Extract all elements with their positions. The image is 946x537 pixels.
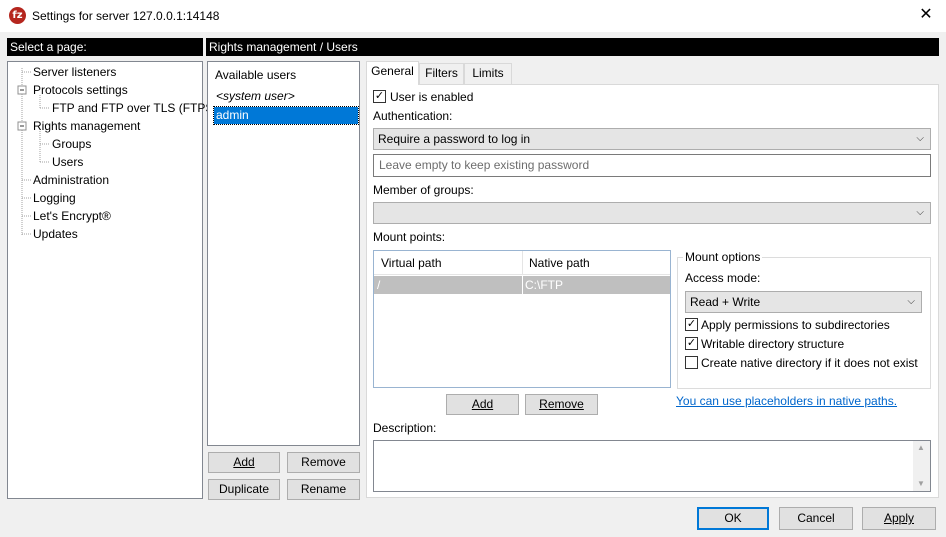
cancel-button[interactable]: Cancel — [779, 507, 853, 530]
mount-points-table[interactable]: Virtual path Native path / C:\FTP — [373, 250, 671, 388]
writable-structure-checkbox[interactable]: ✓ — [685, 337, 698, 350]
select-page-header: Select a page: — [7, 38, 203, 56]
authentication-select[interactable]: Require a password to log in ⌵ — [373, 128, 931, 150]
column-virtual-path[interactable]: Virtual path — [381, 256, 442, 270]
user-enabled-checkbox[interactable]: ✓ — [373, 90, 386, 103]
access-mode-select[interactable]: Read + Write ⌵ — [685, 291, 922, 313]
row-divider — [522, 276, 523, 294]
section-header: Rights management / Users — [206, 38, 939, 56]
add-mount-button[interactable]: Add — [446, 394, 519, 415]
description-label: Description: — [373, 421, 437, 435]
description-field[interactable]: ▲ ▼ — [373, 440, 931, 492]
scroll-up-icon[interactable]: ▲ — [917, 443, 925, 452]
authentication-value: Require a password to log in — [378, 132, 531, 146]
tree-item-logging[interactable]: Logging — [33, 191, 76, 205]
apply-permissions-checkbox[interactable]: ✓ — [685, 318, 698, 331]
available-users-heading: Available users — [215, 68, 297, 82]
writable-structure-label: Writable directory structure — [701, 337, 845, 351]
create-native-label: Create native directory if it does not e… — [701, 356, 918, 370]
create-native-checkbox[interactable] — [685, 356, 698, 369]
tree-item-ftp-ftps[interactable]: FTP and FTP over TLS (FTPS) — [52, 101, 217, 115]
page-tree[interactable]: Server listeners Protocols settings FTP … — [7, 61, 217, 499]
tab-filters[interactable]: Filters — [419, 63, 464, 84]
tree-item-rights-management[interactable]: Rights management — [33, 119, 140, 133]
member-of-groups-label: Member of groups: — [373, 183, 474, 197]
chevron-down-icon: ⌵ — [907, 296, 915, 307]
expander-rights — [17, 121, 27, 131]
authentication-label: Authentication: — [373, 109, 453, 123]
tab-general[interactable]: General — [366, 61, 419, 85]
window-title: Settings for server 127.0.0.1:14148 — [32, 9, 220, 23]
ok-button[interactable]: OK — [697, 507, 769, 530]
list-item[interactable]: <system user> — [214, 88, 358, 105]
close-icon: ✕ — [919, 6, 933, 23]
placeholders-link[interactable]: You can use placeholders in native paths… — [676, 394, 897, 408]
tab-limits[interactable]: Limits — [464, 63, 512, 84]
tree-item-server-listeners[interactable]: Server listeners — [33, 65, 116, 79]
apply-button[interactable]: Apply — [862, 507, 936, 530]
column-native-path[interactable]: Native path — [529, 256, 590, 270]
tree-item-administration[interactable]: Administration — [33, 173, 109, 187]
remove-mount-button[interactable]: Remove — [525, 394, 598, 415]
filezilla-icon: fz — [9, 7, 26, 24]
cell-virtual-path: / — [377, 278, 381, 292]
rename-user-button[interactable]: Rename — [287, 479, 360, 500]
cell-native-path: C:\FTP — [525, 278, 563, 292]
tree-item-protocols-settings[interactable]: Protocols settings — [33, 83, 128, 97]
remove-user-button[interactable]: Remove — [287, 452, 360, 473]
scroll-down-icon[interactable]: ▼ — [917, 479, 925, 488]
list-item[interactable]: admin — [213, 106, 359, 125]
user-enabled-label: User is enabled — [390, 90, 474, 104]
close-button[interactable]: ✕ — [906, 0, 946, 32]
add-user-button[interactable]: Add — [208, 452, 280, 473]
mount-points-label: Mount points: — [373, 230, 446, 244]
column-divider — [522, 251, 523, 275]
chevron-down-icon: ⌵ — [916, 207, 924, 218]
description-scrollbar[interactable]: ▲ ▼ — [913, 441, 930, 491]
duplicate-user-button[interactable]: Duplicate — [208, 479, 280, 500]
access-mode-label: Access mode: — [685, 271, 761, 285]
tree-item-groups[interactable]: Groups — [52, 137, 91, 151]
tree-item-lets-encrypt[interactable]: Let's Encrypt® — [33, 209, 111, 223]
expander-protocols — [17, 85, 27, 95]
apply-permissions-label: Apply permissions to subdirectories — [701, 318, 890, 332]
tree-item-updates[interactable]: Updates — [33, 227, 78, 241]
mount-options-title: Mount options — [683, 250, 763, 264]
password-field[interactable]: Leave empty to keep existing password — [373, 154, 931, 177]
access-mode-value: Read + Write — [690, 295, 761, 309]
tree-item-users[interactable]: Users — [52, 155, 83, 169]
chevron-down-icon: ⌵ — [916, 133, 924, 144]
users-list[interactable]: Available users <system user> admin — [207, 61, 360, 446]
groups-select[interactable]: ⌵ — [373, 202, 931, 224]
